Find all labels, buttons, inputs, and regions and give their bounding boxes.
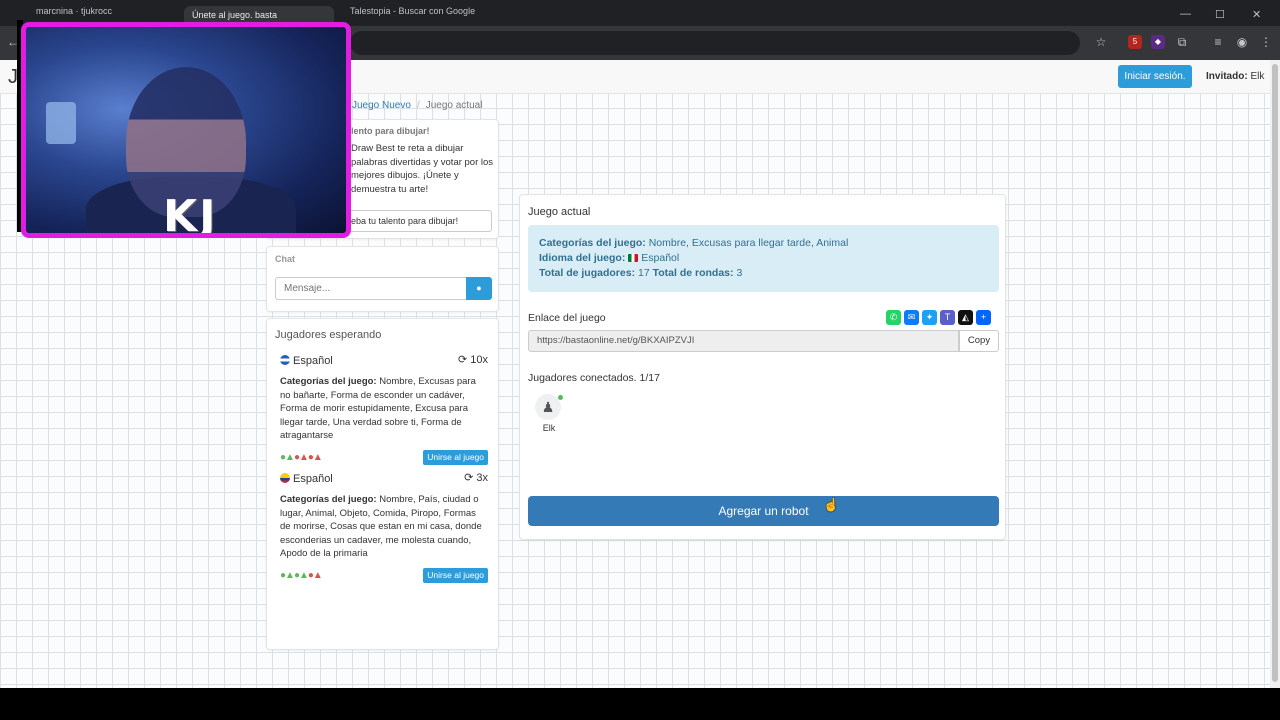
snapchat-icon[interactable]: ◭ xyxy=(958,310,973,325)
info-categories-value: Nombre, Excusas para llegar tarde, Anima… xyxy=(648,237,849,249)
info-rounds-value: 3 xyxy=(736,267,743,279)
user-icon: ●▲ xyxy=(307,569,323,581)
twitter-icon[interactable]: ✦ xyxy=(922,310,937,325)
share-more-icon[interactable]: + xyxy=(976,310,991,325)
chat-title: Chat xyxy=(275,254,295,264)
login-button[interactable]: Iniciar sesión. xyxy=(1118,65,1192,88)
refresh-icon: ⟳ xyxy=(457,354,468,366)
promo-button[interactable]: eba tu talento para dibujar! xyxy=(342,210,492,232)
teams-icon[interactable]: T xyxy=(940,310,955,325)
rounds-value: 3x xyxy=(476,472,488,484)
add-robot-button[interactable]: Agregar un robot xyxy=(528,496,999,526)
game-header: Español ⟳ 3x xyxy=(280,471,488,487)
guest-name: Elk xyxy=(1250,71,1265,82)
game-info-box: Categorías del juego: Nombre, Excusas pa… xyxy=(528,225,999,292)
game-categories: Categorías del juego: Nombre, País, ciud… xyxy=(280,493,488,561)
info-language-label: Idioma del juego: xyxy=(539,252,626,264)
player-name: Elk xyxy=(542,423,556,433)
user-icon: ●▲ xyxy=(280,451,295,463)
game-link-field[interactable]: https://bastaonline.net/g/BKXAIPZVJI xyxy=(528,330,959,352)
user-icon: ●▲ xyxy=(307,451,323,463)
join-game-button[interactable]: Unirse al juego xyxy=(423,449,488,465)
player-count-icons: ●▲●▲●▲ xyxy=(280,451,323,463)
user-icon: ●▲ xyxy=(293,569,309,581)
rounds-value: 10x xyxy=(470,354,488,366)
breadcrumb-separator: / xyxy=(416,100,420,111)
user-icon: ♟ xyxy=(541,399,555,415)
info-categories-label: Categorías del juego: xyxy=(539,237,646,249)
game-footer: ●▲●▲●▲ Unirse al juego xyxy=(280,449,488,467)
info-totals: Total de jugadores: 17 Total de rondas: … xyxy=(539,266,988,281)
game-categories: Categorías del juego: Nombre, Excusas pa… xyxy=(280,375,488,443)
waiting-game-card: Español ⟳ 10x Categorías del juego: Nomb… xyxy=(280,353,488,467)
promo-text: Draw Best te reta a dibujar palabras div… xyxy=(351,143,494,195)
categories-label: Categorías del juego: xyxy=(280,494,377,505)
minimize-icon[interactable]: — xyxy=(1180,8,1191,20)
connected-player: ♟ Elk xyxy=(535,394,563,433)
webcam-overlay-text: KJ xyxy=(163,191,218,238)
game-link-label: Enlace del juego xyxy=(528,312,606,324)
player-count-icons: ●▲●▲●▲ xyxy=(280,569,323,581)
scrollbar-thumb[interactable] xyxy=(1272,64,1278,682)
whatsapp-icon[interactable]: ✆ xyxy=(886,310,901,325)
game-rounds: ⟳ 10x xyxy=(458,353,488,366)
info-categories: Categorías del juego: Nombre, Excusas pa… xyxy=(539,236,988,251)
guest-label: Invitado: xyxy=(1206,71,1248,82)
refresh-icon: ⟳ xyxy=(464,472,474,484)
info-language-value: Español xyxy=(641,252,680,264)
breadcrumb-new-game[interactable]: Juego Nuevo xyxy=(352,100,411,111)
waiting-title: Jugadores esperando xyxy=(275,329,382,341)
comment-icon: ● xyxy=(476,283,482,293)
flag-icon xyxy=(280,355,290,365)
categories-label: Categorías del juego: xyxy=(280,376,377,387)
guest-indicator: Invitado: Elk xyxy=(1206,71,1264,82)
game-footer: ●▲●▲●▲ Unirse al juego xyxy=(280,567,488,585)
info-rounds-label: Total de rondas: xyxy=(652,267,734,279)
address-bar[interactable] xyxy=(350,31,1080,55)
bookmark-star-icon[interactable]: ☆ xyxy=(1094,35,1108,49)
current-game-panel: Juego actual Categorías del juego: Nombr… xyxy=(519,194,1006,540)
user-icon: ●▲ xyxy=(293,451,309,463)
chat-panel: Chat ● xyxy=(266,246,499,312)
page-scrollbar[interactable] xyxy=(1270,60,1280,688)
waiting-players-panel: Jugadores esperando Español ⟳ 10x Catego… xyxy=(266,318,499,650)
promo-heading: lento para dibujar! xyxy=(351,126,430,136)
online-status-dot xyxy=(558,395,563,400)
flag-icon xyxy=(280,473,290,483)
webcam-overlay: KJ xyxy=(21,22,351,238)
screen-bottom-bar xyxy=(0,688,1280,720)
browser-tab[interactable]: Talestopia - Buscar con Google xyxy=(350,6,475,26)
menu-icon[interactable]: ⋮ xyxy=(1259,35,1273,49)
waiting-game-card: Español ⟳ 3x Categorías del juego: Nombr… xyxy=(280,471,488,585)
flag-icon xyxy=(628,254,639,262)
info-language: Idioma del juego: Español xyxy=(539,251,988,266)
copy-link-button[interactable]: Copy xyxy=(959,330,999,352)
breadcrumb-current: Juego actual xyxy=(425,100,483,111)
breadcrumb: Juego Nuevo / Juego actual xyxy=(352,100,482,111)
info-players-label: Total de jugadores: xyxy=(539,267,636,279)
maximize-icon[interactable]: ☐ xyxy=(1215,8,1225,21)
current-game-title: Juego actual xyxy=(528,206,591,218)
close-window-icon[interactable]: ✕ xyxy=(1252,8,1261,21)
media-icon[interactable]: ≡ xyxy=(1211,35,1225,49)
puzzle-icon[interactable]: ⧉ xyxy=(1175,35,1189,49)
game-rounds: ⟳ 3x xyxy=(464,471,488,484)
avatar: ♟ xyxy=(535,394,563,420)
game-language: Español xyxy=(293,355,333,367)
wall-outlet-graphic xyxy=(46,102,76,144)
messenger-icon[interactable]: ✉ xyxy=(904,310,919,325)
join-game-button[interactable]: Unirse al juego xyxy=(423,567,488,583)
profile-icon[interactable]: ◉ xyxy=(1235,35,1249,49)
user-icon: ●▲ xyxy=(280,569,295,581)
extension-icon[interactable]: 5 xyxy=(1128,35,1142,49)
chat-message-input[interactable] xyxy=(275,277,466,300)
share-buttons: ✆ ✉ ✦ T ◭ + xyxy=(883,309,991,325)
info-players-value: 17 xyxy=(638,267,650,279)
mouse-cursor-icon: ☝ xyxy=(823,497,840,512)
game-language: Español xyxy=(293,473,333,485)
connected-players-label: Jugadores conectados. 1/17 xyxy=(528,372,660,384)
game-header: Español ⟳ 10x xyxy=(280,353,488,369)
extension-icon[interactable]: ◆ xyxy=(1151,35,1165,49)
send-message-button[interactable]: ● xyxy=(466,277,492,300)
